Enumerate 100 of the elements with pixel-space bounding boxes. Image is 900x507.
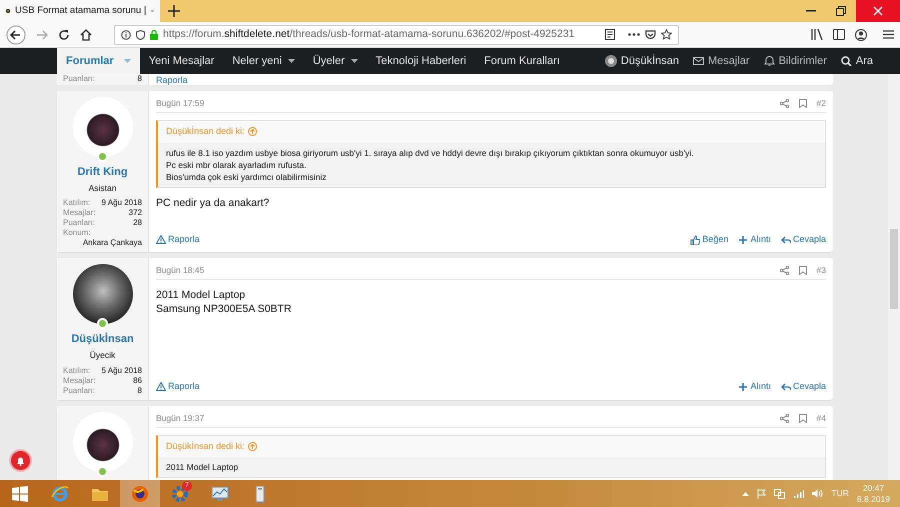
restore-icon[interactable] (836, 6, 846, 16)
firefox-icon (131, 484, 149, 502)
signal-bars-icon[interactable] (793, 489, 804, 498)
account-icon[interactable] (855, 28, 867, 40)
quote-text-line: Bios'umda çok eski yardımcı olabilirmisiniz (166, 170, 328, 182)
message-text-line: 2011 Model Laptop (156, 288, 246, 302)
stat-label: Puanları: (63, 386, 96, 396)
caret-icon[interactable] (350, 59, 358, 63)
bookmark-icon[interactable] (798, 266, 807, 276)
plus-icon (738, 382, 748, 392)
stat-label: Puanları: (63, 74, 96, 84)
post-number-link[interactable]: #4 (816, 412, 826, 424)
back-icon[interactable] (6, 24, 26, 44)
browser-e-icon (51, 484, 69, 502)
address-bar[interactable]: https://forum.shiftdelete.net/threads/usb-format-atamama-sorunu.636202/#post-4925231 (114, 24, 679, 44)
bell-icon (16, 456, 25, 466)
post-time: Bugün 18:45 (156, 264, 204, 278)
user-title: Asistan (88, 182, 116, 194)
reader-view-icon[interactable] (605, 29, 615, 40)
post-number-link[interactable]: #3 (816, 264, 826, 278)
bookmark-icon[interactable] (798, 414, 807, 422)
more-icon[interactable] (628, 33, 640, 36)
stat-value: 372 (128, 208, 142, 218)
post-number-link[interactable]: #2 (816, 97, 826, 110)
share-icon[interactable] (780, 266, 789, 276)
post-action-link[interactable]: Alıntı (738, 380, 771, 394)
reply-arrow-icon (780, 382, 791, 392)
bell-icon (764, 56, 775, 66)
close-icon[interactable] (873, 6, 883, 16)
post-action-link[interactable]: Cevapla (780, 232, 826, 246)
network-icon[interactable] (774, 488, 786, 498)
post-time: Bugün 17:59 (156, 97, 204, 110)
report-link[interactable]: Raporla (156, 380, 200, 394)
stat-label: Mesajlar: (63, 376, 96, 386)
user-menu-link[interactable]: Düşükİnsan (598, 52, 686, 70)
url-text: https://forum.shiftdelete.net/threads/usb-format-atamama-sorunu.636202/#post-4925231 (163, 26, 575, 42)
post-time: Bugün 19:37 (156, 412, 204, 424)
shield-icon[interactable] (136, 30, 145, 40)
username-link[interactable]: Düşükİnsan (71, 331, 134, 348)
nav-tab[interactable]: Forum Kuralları (475, 48, 569, 74)
post-action-link[interactable]: Alıntı (738, 232, 771, 246)
share-icon[interactable] (780, 414, 789, 422)
stat-label: Puanları: (63, 218, 96, 228)
plus-icon (738, 234, 748, 244)
stat-value: 86 (133, 376, 142, 386)
warning-icon (156, 382, 166, 392)
stat-value: 5 Ağu 2018 (102, 366, 142, 376)
search-icon (840, 56, 852, 66)
star-icon[interactable] (661, 29, 672, 40)
message-text-line: PC nedir ya da anakart? (156, 196, 270, 210)
home-icon[interactable] (80, 28, 92, 40)
nav-tab[interactable]: Forumlar (57, 48, 140, 74)
lock-icon[interactable] (150, 30, 158, 40)
nav-link[interactable]: Mesajlar (686, 52, 757, 70)
stat-value: Ankara Çankaya (82, 238, 142, 248)
nav-link[interactable]: Ara (834, 52, 880, 70)
pocket-icon[interactable] (645, 30, 656, 40)
stat-label: Konum: (63, 228, 92, 238)
mail-icon (693, 56, 704, 66)
reload-icon[interactable] (58, 28, 70, 40)
quote-text-line: rufus ile 8.1 iso yazdım usbye biosa giriyorum usb'yi 1. sıraya alıp dvd ve hddyi devre dışı bırakıp çıkıyorum çıktıktan sonra okumuyor usb'yi. (166, 146, 695, 158)
nav-tab[interactable]: Yeni Mesajlar (140, 48, 224, 74)
sidebar-icon[interactable] (833, 29, 845, 40)
stat-value: 28 (133, 218, 142, 228)
minimize-icon[interactable] (806, 10, 816, 12)
stat-label: Katılım: (63, 198, 90, 208)
bookmark-icon[interactable] (798, 99, 807, 108)
info-icon[interactable] (121, 30, 131, 40)
stat-label: Mesajlar: (63, 208, 96, 218)
user-title: Üyecik (90, 348, 116, 362)
nav-tab[interactable]: Üyeler (304, 48, 367, 74)
menu-icon[interactable] (883, 30, 894, 39)
nav-link[interactable]: Bildirimler (756, 52, 834, 70)
monitor-chart-icon (211, 484, 229, 502)
nav-tab[interactable]: Neler yeni (223, 48, 304, 74)
share-icon[interactable] (780, 99, 789, 108)
stat-label: Katılım: (63, 366, 90, 376)
warning-icon (156, 235, 166, 244)
reply-arrow-icon (780, 234, 791, 244)
library-icon[interactable] (811, 29, 823, 40)
nav-tab[interactable]: Teknoloji Haberleri (366, 48, 476, 74)
report-link[interactable]: Raporla (156, 232, 200, 246)
username-link[interactable]: Drift King (77, 164, 128, 180)
chevron-up-icon[interactable] (742, 492, 750, 496)
message-text-line: Samsung NP300E5A S0BTR (156, 302, 292, 316)
new-tab-icon[interactable] (168, 5, 180, 17)
post-action-link[interactable]: Cevapla (780, 380, 826, 394)
user-avatar-icon (604, 55, 617, 67)
quote-text-line: 2011 Model Laptop (166, 461, 240, 473)
flag-icon[interactable] (757, 488, 766, 498)
report-link[interactable]: Raporla (156, 74, 188, 84)
stat-value: 8 (138, 386, 142, 396)
post-action-link[interactable]: Beğen (690, 232, 728, 246)
caret-icon[interactable] (288, 59, 295, 63)
quote-text-line: Pc eski mbr olarak ayarladım rufusta. (166, 158, 308, 170)
thumbs-up-icon (690, 234, 700, 244)
taskbar-app-button[interactable] (120, 480, 160, 507)
windows-start-icon[interactable] (12, 486, 28, 502)
stat-value: 9 Ağu 2018 (102, 198, 142, 208)
notification-bell-button[interactable] (11, 451, 30, 470)
